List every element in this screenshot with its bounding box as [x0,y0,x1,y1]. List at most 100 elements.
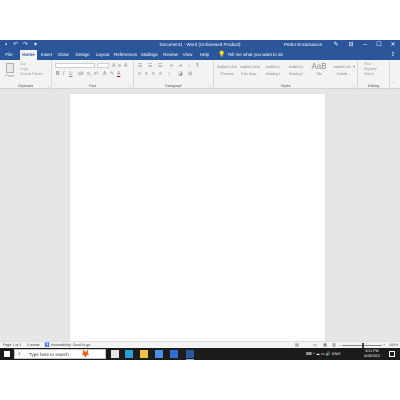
borders-icon[interactable]: ⊞ [188,71,192,77]
align-right-icon[interactable]: ≡ [152,71,155,77]
customize-quick-access-icon[interactable]: ▾ [34,41,37,49]
style-title[interactable]: AaB Title [308,62,330,80]
align-left-icon[interactable]: ≡ [138,71,141,77]
decrease-indent-icon[interactable]: ⇤ [170,63,174,69]
font-color-icon[interactable]: A [117,71,120,77]
word-icon[interactable] [186,350,194,360]
numbering-icon[interactable]: ☰ [148,63,152,69]
font-name-box[interactable] [55,63,95,68]
style-heading-1[interactable]: AaBbCc Heading 1 [262,62,284,80]
clipboard-launcher-icon[interactable]: ⌟ [47,84,49,88]
style-name: ¶ No Spac... [241,72,259,76]
style-normal[interactable]: AaBbCcDd ¶ Normal [216,62,238,80]
styles-launcher-icon[interactable]: ⌟ [353,84,355,88]
proofing-icon[interactable]: ▤ [294,343,300,347]
mail-icon[interactable] [170,350,178,358]
lightbulb-icon: 💡 [218,52,226,58]
sort-icon[interactable]: ↕ [188,63,191,69]
collapse-ribbon-icon[interactable]: ⌃ [392,81,395,87]
style-sample: AaBbCc [288,64,304,69]
tab-layout[interactable]: Layout [94,50,111,60]
style-no-spacing[interactable]: AaBbCcDd ¶ No Spac... [239,62,261,80]
increase-indent-icon[interactable]: ⇥ [178,63,182,69]
subscript-icon[interactable]: x₂ [87,71,91,77]
style-sample: AaBbCc [265,64,281,69]
style-name: ¶ Normal [220,72,234,76]
underline-button[interactable]: U [69,71,73,77]
shading-icon[interactable]: ◪ [178,71,183,77]
document-page[interactable] [70,94,325,341]
font-size-box[interactable] [97,63,109,68]
tab-file[interactable]: File [2,50,16,60]
save-icon[interactable]: ▪ [5,41,7,49]
styles-group-label: Styles [280,84,291,88]
close-button[interactable]: ✕ [387,40,399,50]
select-button[interactable]: Select [364,72,374,77]
grow-font-icon[interactable]: A [112,63,115,69]
clear-formatting-icon[interactable]: A [124,63,127,69]
tab-home[interactable]: Home [20,50,37,60]
task-view-icon[interactable] [111,350,119,358]
style-sample: AaBbCcDd [240,64,260,69]
tab-mailings[interactable]: Mailings [140,50,159,60]
taskbar-search-input[interactable]: ⌕ Type here to search 🦊 [14,349,106,359]
styles-group: AaBbCcDd ¶ Normal AaBbCcDd ¶ No Spac... … [214,60,358,89]
web-layout-icon[interactable]: ▥ [331,343,337,347]
style-sample: AaB [311,62,327,71]
share-icon[interactable]: ⇪ [388,51,398,59]
taskbar-clock[interactable]: 6:21 PM 6/28/2023 [358,349,386,359]
align-center-icon[interactable]: ≡ [145,71,148,77]
window-title: Document1 - Word (Unlicensed Product) [159,42,241,47]
search-icon: ⌕ [18,351,21,357]
styles-gallery-more-icon[interactable]: ▾ [353,64,355,70]
user-name[interactable]: Pedro Encarnacion [284,40,322,50]
tab-review[interactable]: Review [162,50,179,60]
justify-icon[interactable]: ≡ [159,71,162,77]
store-icon[interactable] [155,350,163,358]
strikethrough-icon[interactable]: ab [78,71,84,77]
redo-icon[interactable]: ↷ [23,41,28,49]
minimize-button[interactable]: ─ [359,40,371,50]
superscript-icon[interactable]: x² [94,71,98,77]
style-name: Subtitle [336,72,348,76]
multilevel-list-icon[interactable]: ☰ [158,63,162,69]
status-bar: Page 1 of 1 0 words ♿ Accessibility: Goo… [0,341,400,348]
format-painter-button[interactable]: Format Painter [20,72,43,77]
tab-references[interactable]: References [113,50,138,60]
file-explorer-icon[interactable] [140,350,148,358]
clipboard-group-label: Clipboard [17,84,34,88]
read-mode-icon[interactable]: ▭ [312,343,318,347]
tab-draw[interactable]: Draw [57,50,70,60]
highlight-icon[interactable]: ✎ [110,71,114,77]
tell-me-search[interactable]: 💡 Tell me what you want to do [218,50,283,60]
paste-label: Paste [5,74,15,78]
paragraph-group: ☰ ☰ ☰ ⇤ ⇥ ↕ ¶ ≡ ≡ ≡ ≡ ↨ ◪ ⊞ Paragraph ⌟ [134,60,214,89]
tab-insert[interactable]: Insert [39,50,54,60]
undo-icon[interactable]: ↶ [13,41,18,49]
bullets-icon[interactable]: ☰ [138,63,142,69]
word-window: ▪ ↶ ↷ ▾ Document1 - Word (Unlicensed Pro… [0,40,400,360]
pen-icon[interactable]: ✎ [330,40,342,50]
bold-button[interactable]: B [56,71,60,77]
print-layout-icon[interactable]: ▦ [322,343,328,347]
paragraph-launcher-icon[interactable]: ⌟ [209,84,211,88]
tab-help[interactable]: Help [198,50,211,60]
windows-start-icon[interactable] [4,351,10,357]
ribbon-display-options-icon[interactable]: ⊟ [345,40,357,50]
edge-icon[interactable] [125,350,133,358]
style-subtitle[interactable]: AaBbCcD Subtitle [331,62,353,80]
style-heading-2[interactable]: AaBbCc Heading 2 [285,62,307,80]
font-launcher-icon[interactable]: ⌟ [129,84,131,88]
line-spacing-icon[interactable]: ↨ [168,71,171,77]
notification-icon[interactable] [389,351,395,357]
shrink-font-icon[interactable]: a [118,63,121,69]
text-effects-icon[interactable]: A [103,71,106,77]
font-group: A a A B I U ab x₂ x² A ✎ A Font ⌟ [52,60,134,89]
tab-design[interactable]: Design [73,50,92,60]
maximize-button[interactable]: ☐ [373,40,385,50]
show-formatting-icon[interactable]: ¶ [196,63,199,69]
system-tray[interactable]: ⌨ ^ ☁ ▭ 🔊 ENG [306,348,341,360]
paste-button[interactable]: Paste [3,62,17,80]
italic-button[interactable]: I [63,71,64,77]
tab-view[interactable]: View [181,50,194,60]
